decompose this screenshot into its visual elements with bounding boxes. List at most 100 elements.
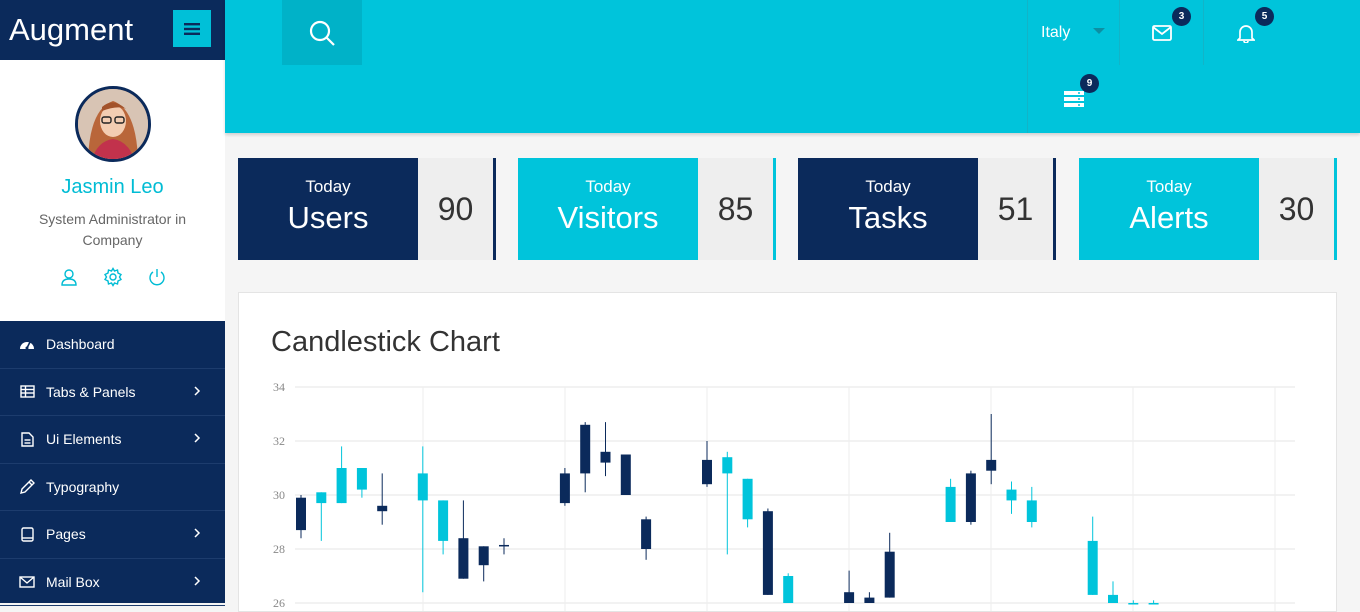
- candle-body: [945, 486, 956, 522]
- candle-body: [438, 500, 449, 541]
- candle[interactable]: [702, 441, 712, 487]
- mail-button[interactable]: 3: [1119, 0, 1203, 65]
- sidebar-item-label: Tabs & Panels: [46, 383, 136, 400]
- sidebar-nav: Dashboard Tabs & Panels Ui Elements Typo…: [0, 321, 225, 606]
- sidebar-item-pages[interactable]: Pages: [0, 511, 225, 559]
- candle[interactable]: [499, 538, 509, 555]
- file-icon: [18, 430, 36, 448]
- sidebar-item-label: Ui Elements: [46, 431, 122, 448]
- candle[interactable]: [620, 454, 631, 496]
- user-icon[interactable]: [57, 265, 81, 289]
- stat-label: Alerts: [1129, 200, 1209, 235]
- candle-body: [620, 454, 631, 495]
- candle[interactable]: [1087, 516, 1098, 595]
- power-icon[interactable]: [145, 265, 169, 289]
- candle[interactable]: [1128, 600, 1139, 605]
- candle[interactable]: [641, 516, 652, 560]
- candle[interactable]: [316, 492, 327, 541]
- tasks-badge: 9: [1080, 74, 1099, 93]
- candle[interactable]: [986, 414, 997, 485]
- candle[interactable]: [356, 468, 367, 498]
- stat-caption: Today: [1146, 177, 1192, 196]
- candlestick-chart[interactable]: 34 32 30 28 26: [239, 293, 1336, 611]
- candle[interactable]: [864, 592, 875, 603]
- candle[interactable]: [1108, 581, 1118, 603]
- candle[interactable]: [965, 470, 976, 525]
- candle[interactable]: [580, 422, 591, 493]
- candle[interactable]: [438, 500, 449, 555]
- candle[interactable]: [377, 473, 388, 525]
- sidebar-item-label: Pages: [46, 526, 86, 543]
- sidebar-item-mail-box[interactable]: Mail Box: [0, 559, 225, 606]
- candle-body: [336, 468, 347, 504]
- sidebar-item-tabs-panels[interactable]: Tabs & Panels: [0, 369, 225, 416]
- stat-caption: Today: [585, 177, 631, 196]
- dashboard-icon: [18, 335, 36, 353]
- candle[interactable]: [884, 532, 895, 598]
- stat-card-label-panel: Today Alerts: [1079, 158, 1259, 260]
- candle-body: [1148, 603, 1159, 605]
- candle[interactable]: [478, 546, 489, 582]
- candle-body: [478, 546, 489, 566]
- candle[interactable]: [600, 422, 611, 477]
- candle-body: [1128, 603, 1139, 605]
- candle[interactable]: [296, 495, 306, 539]
- candle[interactable]: [945, 478, 956, 522]
- hamburger-icon: [184, 22, 200, 35]
- brand-logo[interactable]: Augment: [9, 12, 133, 48]
- candle[interactable]: [783, 573, 794, 603]
- candle-body: [762, 511, 773, 595]
- candle-body: [600, 451, 611, 463]
- candle-body: [1108, 594, 1118, 603]
- candle[interactable]: [1148, 600, 1159, 605]
- candle[interactable]: [559, 468, 570, 506]
- stat-card-visitors[interactable]: Today Visitors 85: [518, 158, 776, 260]
- profile-name[interactable]: Jasmin Leo: [0, 176, 225, 199]
- sidebar-item-dashboard[interactable]: Dashboard: [0, 321, 225, 369]
- candle[interactable]: [722, 451, 733, 555]
- gear-icon[interactable]: [101, 265, 125, 289]
- tasks-button[interactable]: 9: [1027, 65, 1119, 133]
- sidebar-item-label: Typography: [46, 478, 120, 495]
- search-icon: [309, 20, 335, 46]
- search-button[interactable]: [282, 0, 362, 65]
- candle[interactable]: [1006, 481, 1017, 514]
- candle[interactable]: [762, 508, 773, 595]
- candle-body: [356, 468, 367, 490]
- candle[interactable]: [844, 570, 855, 603]
- y-tick-label: 30: [273, 488, 285, 502]
- y-tick-label: 32: [273, 434, 285, 448]
- y-tick-label: 34: [273, 380, 285, 394]
- menu-toggle-button[interactable]: [173, 10, 211, 47]
- candle[interactable]: [742, 478, 753, 528]
- chevron-right-icon: [193, 573, 201, 589]
- brand-bar: Augment: [0, 0, 225, 60]
- stat-card-label-panel: Today Users: [238, 158, 418, 260]
- candle-body: [580, 424, 591, 474]
- avatar[interactable]: [74, 86, 151, 162]
- y-tick-label: 26: [273, 596, 285, 610]
- chevron-right-icon: [193, 525, 201, 541]
- chevron-right-icon: [193, 383, 201, 399]
- candle-body: [965, 473, 976, 522]
- table-icon: [18, 383, 36, 401]
- language-select[interactable]: Italy: [1027, 0, 1119, 65]
- candle[interactable]: [1026, 486, 1037, 528]
- stat-card-tasks[interactable]: Today Tasks 51: [798, 158, 1056, 260]
- candle-body: [1006, 489, 1017, 501]
- page-icon: [18, 525, 36, 543]
- server-icon: [1063, 91, 1084, 107]
- candle-body: [742, 478, 753, 520]
- stat-card-users[interactable]: Today Users 90: [238, 158, 496, 260]
- candle[interactable]: [417, 446, 428, 593]
- candle-body: [864, 597, 875, 603]
- profile-actions: [0, 265, 225, 289]
- candle-body: [296, 497, 306, 531]
- candle[interactable]: [458, 500, 469, 579]
- language-label: Italy: [1041, 23, 1071, 41]
- candle[interactable]: [336, 446, 347, 504]
- notifications-button[interactable]: 5: [1203, 0, 1287, 65]
- sidebar-item-typography[interactable]: Typography: [0, 464, 225, 511]
- sidebar-item-ui-elements[interactable]: Ui Elements: [0, 416, 225, 464]
- stat-card-alerts[interactable]: Today Alerts 30: [1079, 158, 1337, 260]
